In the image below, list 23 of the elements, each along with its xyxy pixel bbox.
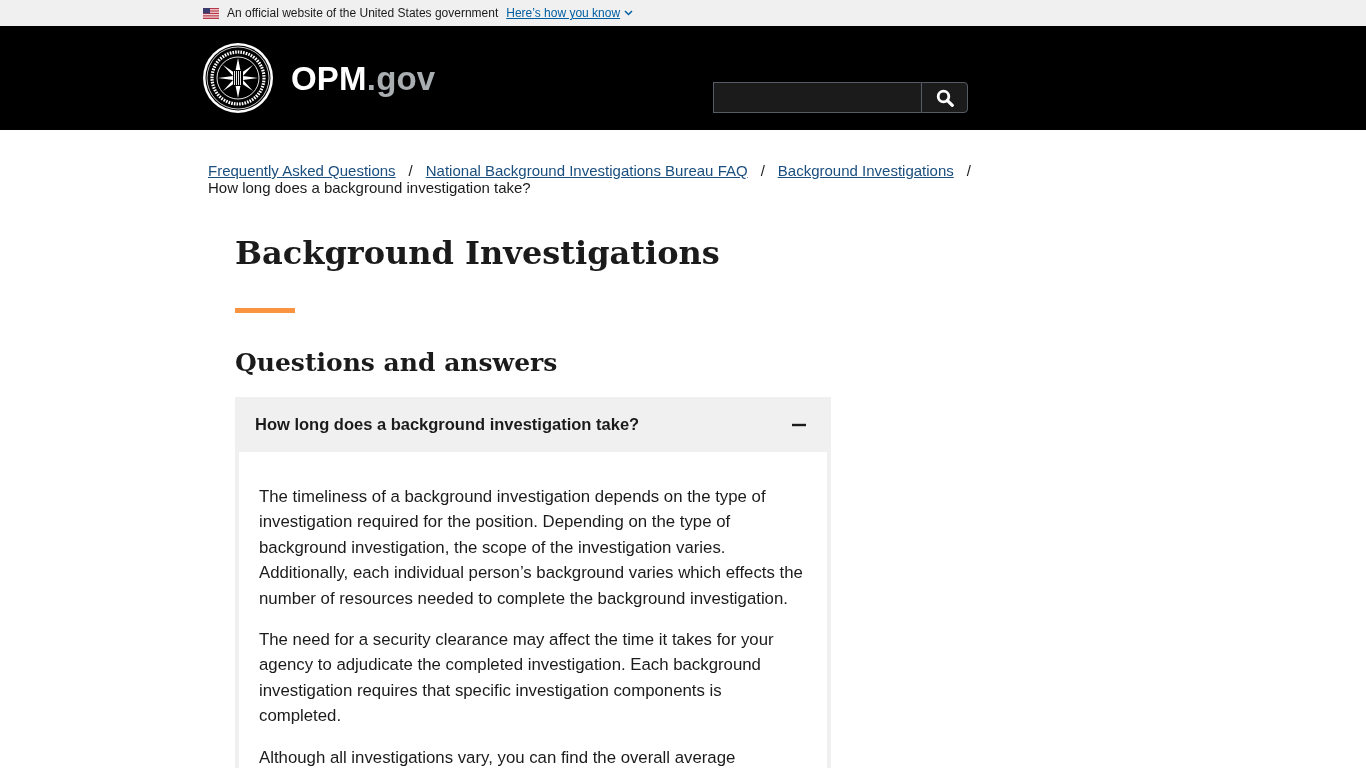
breadcrumb-link[interactable]: National Background Investigations Bureau FAQ: [425, 162, 748, 179]
chevron-down-icon[interactable]: [624, 10, 634, 16]
answer-paragraph: The need for a security clearance may affect the time it takes for your agency to adjudicate the completed investigation. Each background investigation requires that specific investigation components is completed.: [259, 629, 775, 728]
accent-bar: [235, 308, 295, 313]
page-title: Background Investigations: [235, 234, 720, 272]
site-name-link[interactable]: OPM.gov: [291, 61, 436, 95]
breadcrumb-current-page: How long does a background investigation take?: [208, 179, 531, 196]
answer-paragraph: Although all investigations vary, you can find the overall average: [259, 746, 737, 768]
how-you-know-link[interactable]: Here’s how you know: [506, 4, 621, 22]
agency-seal-logo[interactable]: [203, 43, 273, 113]
accordion-question-button[interactable]: How long does a background investigation take?: [235, 397, 831, 452]
breadcrumb-separator: /: [408, 162, 413, 179]
search-icon: [935, 88, 954, 107]
breadcrumb-link[interactable]: Frequently Asked Questions: [208, 162, 396, 179]
answer-paragraph: The timeliness of a background investigation depends on the type of investigation required for the position. Depending on the type of background investigation, the scope of the investigation varies. Additionally, each individual person’s background varies which effects the number of resources needed to complete the background investigation.: [259, 486, 804, 610]
official-website-text: An official website of the United States government: [227, 5, 499, 22]
section-heading: Questions and answers: [235, 348, 558, 378]
breadcrumb-separator: /: [760, 162, 765, 179]
us-flag-icon: [203, 7, 219, 19]
search-button[interactable]: [921, 82, 968, 113]
search-field[interactable]: [713, 82, 921, 113]
breadcrumb-link[interactable]: Background Investigations: [777, 162, 954, 179]
breadcrumb-separator: /: [966, 162, 971, 179]
